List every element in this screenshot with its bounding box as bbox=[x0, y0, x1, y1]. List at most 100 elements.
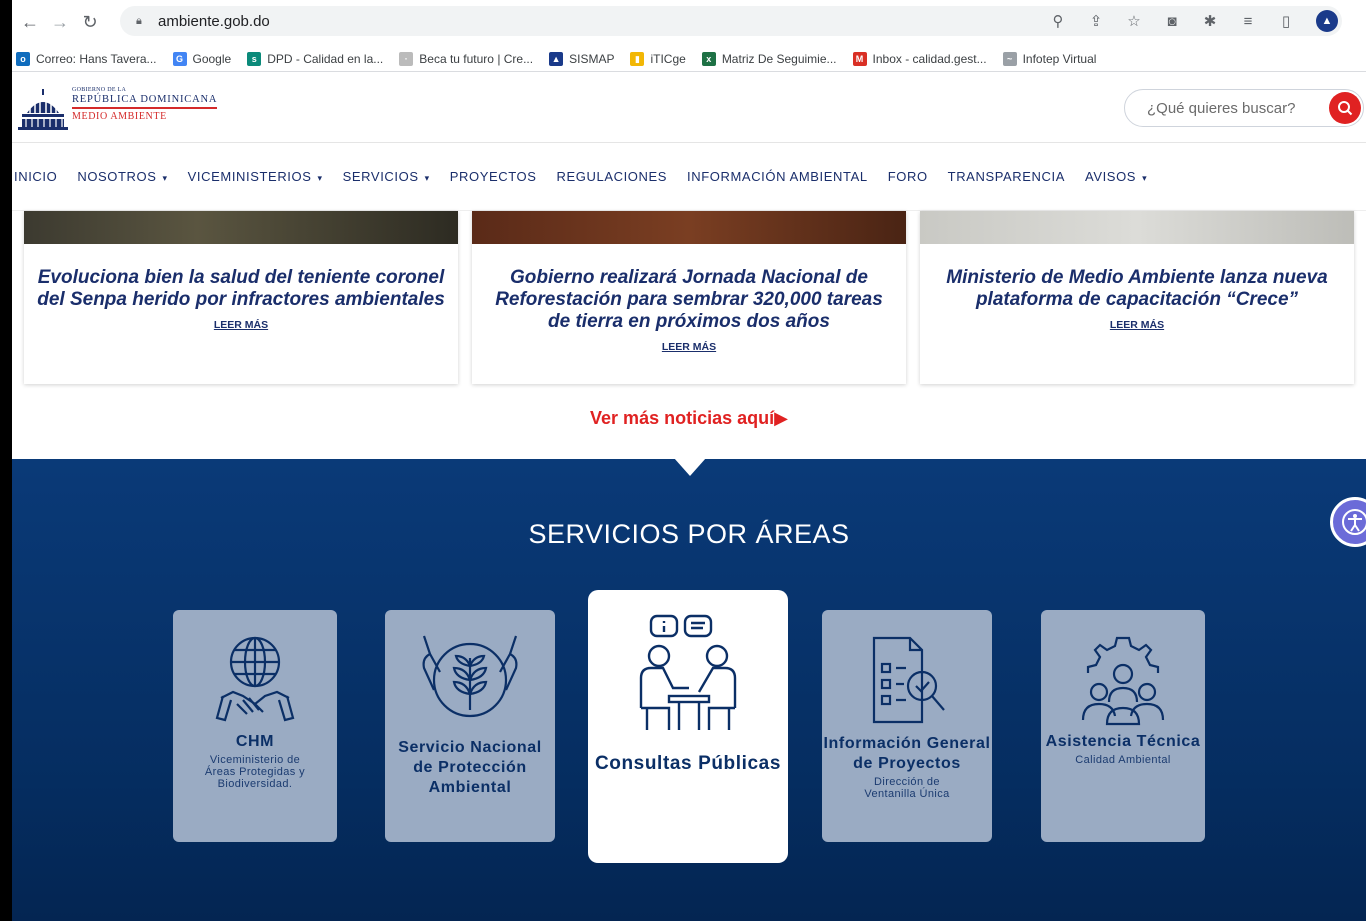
nav-item-label: REGULACIONES bbox=[556, 169, 668, 184]
caret-down-icon: ▾ bbox=[424, 173, 430, 183]
news-card[interactable]: Gobierno realizará Jornada Nacional de R… bbox=[472, 211, 906, 384]
service-card-title: Asistencia Técnica bbox=[1045, 733, 1201, 750]
bookmark-label: iTICge bbox=[650, 52, 686, 66]
news-card-image[interactable] bbox=[24, 211, 458, 244]
nav-item-label: PROYECTOS bbox=[449, 169, 537, 184]
read-more-link[interactable]: LEER MÁS bbox=[472, 341, 906, 353]
service-card-subtitle: Dirección de Ventanilla Única bbox=[864, 776, 950, 800]
nav-item[interactable]: REGULACIONES bbox=[557, 169, 668, 184]
nav-item-label: AVISOS bbox=[1085, 169, 1137, 184]
extensions-icon[interactable]: ✱ bbox=[1202, 12, 1218, 30]
logo-main-text: REPÚBLICA DOMINICANA bbox=[72, 94, 218, 109]
service-card-informacion[interactable]: Información General de Proyectos Direcci… bbox=[822, 610, 992, 842]
bookmark-favicon-icon: · bbox=[399, 52, 414, 66]
bookmark-label: Correo: Hans Tavera... bbox=[36, 52, 157, 66]
nav-item-label: INICIO bbox=[14, 169, 58, 184]
browser-chrome: ← → ↻ 🔒︎ ambiente.gob.do ⚲ ⇪ ☆ ◙ ✱ ≡ ▯ ▲… bbox=[12, 0, 1366, 72]
news-card-title[interactable]: Ministerio de Medio Ambiente lanza nueva… bbox=[920, 267, 1354, 311]
news-card[interactable]: Ministerio de Medio Ambiente lanza nueva… bbox=[920, 211, 1354, 384]
zoom-icon[interactable]: ⚲ bbox=[1050, 12, 1066, 30]
service-card-title: Servicio Nacional de Protección Ambienta… bbox=[398, 739, 542, 796]
nav-item[interactable]: FORO bbox=[888, 169, 928, 184]
address-bar[interactable]: 🔒︎ ambiente.gob.do ⚲ ⇪ ☆ ◙ ✱ ≡ ▯ ▲ bbox=[120, 6, 1342, 36]
bookmark-item[interactable]: ▲ SISMAP bbox=[549, 52, 614, 66]
gear-people-icon bbox=[1081, 636, 1165, 726]
star-icon[interactable]: ☆ bbox=[1126, 12, 1142, 30]
service-card-title: Información General de Proyectos bbox=[823, 735, 991, 772]
profile-avatar-icon[interactable]: ▲ bbox=[1316, 10, 1338, 32]
bookmark-item[interactable]: s DPD - Calidad en la... bbox=[247, 52, 383, 66]
government-logo-icon bbox=[18, 89, 68, 130]
bookmark-favicon-icon: M bbox=[852, 52, 867, 66]
logo-sub-text: MEDIO AMBIENTE bbox=[72, 110, 167, 122]
screen: ← → ↻ 🔒︎ ambiente.gob.do ⚲ ⇪ ☆ ◙ ✱ ≡ ▯ ▲… bbox=[0, 0, 1366, 921]
logo-small-text: GOBIERNO DE LA bbox=[72, 87, 127, 93]
caret-down-icon: ▾ bbox=[317, 173, 323, 183]
bookmark-label: SISMAP bbox=[569, 52, 615, 66]
bookmark-label: DPD - Calidad en la... bbox=[267, 52, 384, 66]
service-card-chm[interactable]: CHM Viceministerio de Áreas Protegidas y… bbox=[173, 610, 337, 842]
more-news-link[interactable]: Ver más noticias aquí▶ bbox=[12, 408, 1366, 429]
bookmark-label: Infotep Virtual bbox=[1022, 52, 1097, 66]
camera-icon[interactable]: ◙ bbox=[1164, 13, 1180, 30]
service-card-subtitle: Viceministerio de Áreas Protegidas y Bio… bbox=[204, 754, 306, 790]
bookmark-item[interactable]: G Google bbox=[172, 52, 231, 66]
logo-text: GOBIERNO DE LA REPÚBLICA DOMINICANA MEDI… bbox=[72, 87, 218, 122]
bookmark-label: Inbox - calidad.gest... bbox=[872, 52, 987, 66]
search-icon bbox=[1338, 101, 1353, 116]
bookmark-label: Matriz De Seguimie... bbox=[721, 52, 837, 66]
bookmark-favicon-icon: s bbox=[247, 52, 262, 66]
nav-item-label: FORO bbox=[887, 169, 928, 184]
meeting-chat-icon bbox=[639, 614, 737, 730]
nav-item[interactable]: INICIO bbox=[14, 169, 57, 184]
bookmark-item[interactable]: · Beca tu futuro | Cre... bbox=[399, 52, 533, 66]
main-navigation: INICIO NOSOTROS ▾ VICEMINISTERIOS ▾ SERVICIOS… bbox=[12, 143, 1366, 211]
nav-item[interactable]: VICEMINISTERIOS ▾ bbox=[188, 169, 323, 184]
back-arrow-icon[interactable]: ← bbox=[18, 10, 42, 34]
bookmark-item[interactable]: x Matriz De Seguimie... bbox=[701, 52, 837, 66]
search-button[interactable] bbox=[1329, 92, 1361, 124]
lock-icon: 🔒︎ bbox=[136, 15, 142, 27]
reading-list-icon[interactable]: ≡ bbox=[1240, 13, 1256, 30]
forward-arrow-icon[interactable]: → bbox=[48, 10, 72, 34]
service-card-senpa[interactable]: Servicio Nacional de Protección Ambienta… bbox=[385, 610, 555, 842]
bookmark-item[interactable]: ▮ iTICge bbox=[630, 52, 686, 66]
bookmark-item[interactable]: M Inbox - calidad.gest... bbox=[852, 52, 987, 66]
nav-item[interactable]: NOSOTROS ▾ bbox=[77, 169, 167, 184]
bookmark-item[interactable]: ~ Infotep Virtual bbox=[1002, 52, 1097, 66]
news-card-image[interactable] bbox=[920, 211, 1354, 244]
share-icon[interactable]: ⇪ bbox=[1088, 12, 1104, 30]
site-logo[interactable]: GOBIERNO DE LA REPÚBLICA DOMINICANA MEDI… bbox=[18, 87, 218, 131]
bookmark-favicon-icon: G bbox=[172, 52, 187, 66]
nav-item-label: TRANSPARENCIA bbox=[947, 169, 1066, 184]
nav-item[interactable]: PROYECTOS bbox=[450, 169, 537, 184]
news-card-title[interactable]: Evoluciona bien la salud del teniente co… bbox=[24, 267, 458, 311]
globe-handshake-icon bbox=[215, 636, 295, 722]
news-card-image[interactable] bbox=[472, 211, 906, 244]
nav-item[interactable]: TRANSPARENCIA bbox=[948, 169, 1065, 184]
bookmarks-bar: o Correo: Hans Tavera... G Google s DPD - Cal… bbox=[12, 46, 1366, 72]
service-card-title: Consultas Públicas bbox=[594, 753, 782, 774]
service-card-consultas[interactable]: Consultas Públicas bbox=[588, 590, 788, 863]
nav-item[interactable]: INFORMACIÓN AMBIENTAL bbox=[687, 169, 868, 184]
bookmark-favicon-icon: ▮ bbox=[630, 52, 645, 66]
url-text[interactable]: ambiente.gob.do bbox=[158, 13, 270, 30]
caret-down-icon: ▾ bbox=[162, 173, 168, 183]
read-more-link[interactable]: LEER MÁS bbox=[920, 319, 1354, 331]
side-panel-icon[interactable]: ▯ bbox=[1278, 12, 1294, 30]
nav-item[interactable]: AVISOS ▾ bbox=[1085, 169, 1147, 184]
section-notch bbox=[674, 458, 706, 476]
service-card-asistencia[interactable]: Asistencia Técnica Calidad Ambiental bbox=[1041, 610, 1205, 842]
search-input[interactable] bbox=[1147, 99, 1327, 117]
read-more-link[interactable]: LEER MÁS bbox=[24, 319, 458, 331]
news-card-title[interactable]: Gobierno realizará Jornada Nacional de R… bbox=[472, 267, 906, 333]
site-search bbox=[1124, 89, 1364, 127]
service-card-title: CHM bbox=[235, 733, 275, 750]
news-card[interactable]: Evoluciona bien la salud del teniente co… bbox=[24, 211, 458, 384]
bookmark-label: Beca tu futuro | Cre... bbox=[419, 52, 534, 66]
site-header: GOBIERNO DE LA REPÚBLICA DOMINICANA MEDI… bbox=[12, 73, 1366, 143]
nav-item[interactable]: SERVICIOS ▾ bbox=[343, 169, 430, 184]
caret-down-icon: ▾ bbox=[1142, 173, 1148, 183]
reload-icon[interactable]: ↻ bbox=[78, 10, 102, 34]
bookmark-item[interactable]: o Correo: Hans Tavera... bbox=[16, 52, 157, 66]
